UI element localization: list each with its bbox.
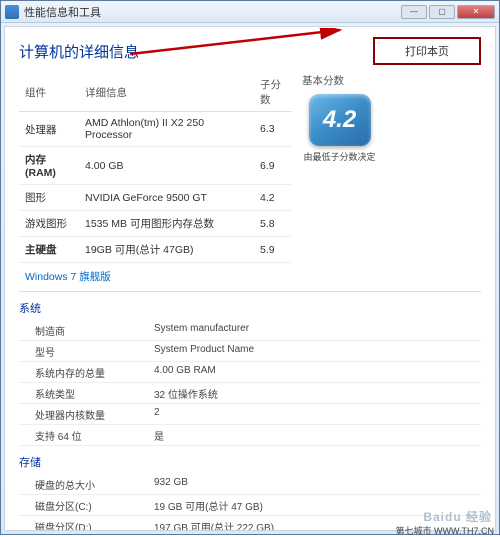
kv-value: System manufacturer <box>154 323 481 338</box>
cell-detail: 19GB 可用(总计 47GB) <box>79 237 254 263</box>
close-button[interactable]: ✕ <box>457 5 495 19</box>
cell-component: 主硬盘 <box>19 237 79 263</box>
kv-value: 2 <box>154 407 481 422</box>
th-component: 组件 <box>19 73 79 112</box>
cell-subscore: 5.8 <box>254 211 292 237</box>
badge-caption: 由最低子分数决定 <box>302 150 377 163</box>
cell-subscore: 6.3 <box>254 112 292 147</box>
kv-key: 型号 <box>19 344 154 359</box>
kv-row: 系统内存的总量4.00 GB RAM <box>19 362 481 383</box>
th-detail: 详细信息 <box>79 73 254 112</box>
print-button[interactable]: 打印本页 <box>373 37 481 65</box>
kv-key: 磁盘分区(D:) <box>19 519 154 532</box>
cell-component: 内存(RAM) <box>19 147 79 185</box>
kv-value: 是 <box>154 428 481 443</box>
cell-subscore: 4.2 <box>254 185 292 211</box>
cell-component: 图形 <box>19 185 79 211</box>
page-title: 计算机的详细信息 <box>19 41 373 62</box>
cell-component: 处理器 <box>19 112 79 147</box>
th-subscore: 子分数 <box>254 73 292 112</box>
kv-value: 32 位操作系统 <box>154 386 481 401</box>
cell-detail: 4.00 GB <box>79 147 254 185</box>
kv-key: 系统内存的总量 <box>19 365 154 380</box>
kv-key: 系统类型 <box>19 386 154 401</box>
kv-row: 系统类型32 位操作系统 <box>19 383 481 404</box>
minimize-button[interactable]: — <box>401 5 427 19</box>
table-row: 游戏图形1535 MB 可用图形内存总数5.8 <box>19 211 292 237</box>
cell-detail: 1535 MB 可用图形内存总数 <box>79 211 254 237</box>
table-row: 内存(RAM)4.00 GB6.9 <box>19 147 292 185</box>
cell-detail: NVIDIA GeForce 9500 GT <box>79 185 254 211</box>
app-icon <box>5 5 19 19</box>
th-basescore: 基本分数 <box>302 73 377 88</box>
kv-row: 型号System Product Name <box>19 341 481 362</box>
kv-key: 制造商 <box>19 323 154 338</box>
watermark-baidu: Baidu 经验 <box>423 508 492 525</box>
table-row: 处理器AMD Athlon(tm) II X2 250 Processor6.3 <box>19 112 292 147</box>
section-title: 存储 <box>19 454 481 470</box>
kv-value: 932 GB <box>154 477 481 492</box>
cell-detail: AMD Athlon(tm) II X2 250 Processor <box>79 112 254 147</box>
cell-subscore: 6.9 <box>254 147 292 185</box>
kv-row: 磁盘分区(C:)19 GB 可用(总计 47 GB) <box>19 495 481 516</box>
score-badge: 4.2 <box>309 94 371 146</box>
watermark-site: 第七城市 WWW.TH7.CN <box>396 524 495 537</box>
kv-key: 硬盘的总大小 <box>19 477 154 492</box>
table-row: 图形NVIDIA GeForce 9500 GT4.2 <box>19 185 292 211</box>
kv-value: 4.00 GB RAM <box>154 365 481 380</box>
kv-key: 支持 64 位 <box>19 428 154 443</box>
kv-row: 硬盘的总大小932 GB <box>19 474 481 495</box>
maximize-button[interactable]: ▢ <box>429 5 455 19</box>
section-title: 系统 <box>19 300 481 316</box>
table-row: 主硬盘19GB 可用(总计 47GB)5.9 <box>19 237 292 263</box>
titlebar: 性能信息和工具 — ▢ ✕ <box>1 1 499 23</box>
kv-row: 制造商System manufacturer <box>19 320 481 341</box>
kv-value: System Product Name <box>154 344 481 359</box>
os-edition: Windows 7 旗舰版 <box>19 263 292 290</box>
score-table: 组件 详细信息 子分数 处理器AMD Athlon(tm) II X2 250 … <box>19 73 292 289</box>
cell-component: 游戏图形 <box>19 211 79 237</box>
kv-key: 处理器内核数量 <box>19 407 154 422</box>
kv-row: 支持 64 位是 <box>19 425 481 446</box>
kv-row: 处理器内核数量2 <box>19 404 481 425</box>
kv-key: 磁盘分区(C:) <box>19 498 154 513</box>
cell-subscore: 5.9 <box>254 237 292 263</box>
window-title: 性能信息和工具 <box>24 4 101 20</box>
